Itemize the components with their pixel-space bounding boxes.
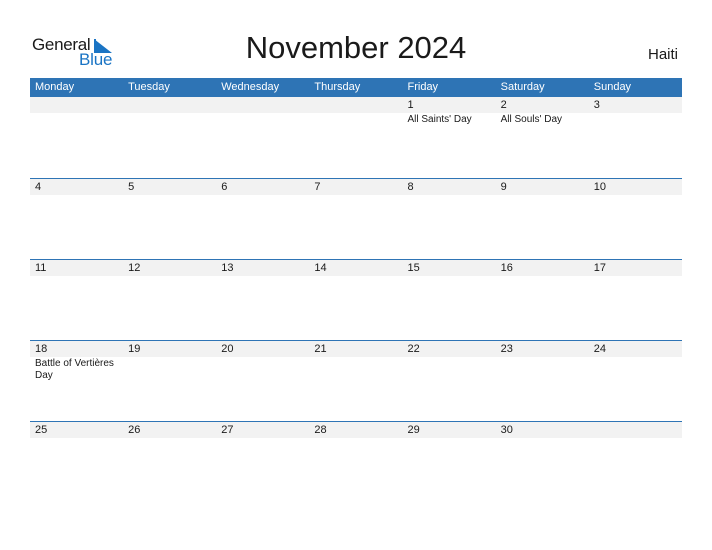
day-number [221,97,309,113]
week-cells: 4 5 6 7 8 9 10 [30,179,682,196]
weekday-header: Monday Tuesday Wednesday Thursday Friday… [30,78,682,97]
day-cell: 10 [589,179,682,196]
week-cells: 11 12 13 14 15 16 17 [30,260,682,277]
day-cell: 14 [309,260,402,277]
day-cell: 4 [30,179,123,196]
day-cell [123,97,216,126]
weekday-wednesday: Wednesday [221,81,280,93]
day-cell: 27 [216,422,309,439]
page-title: November 2024 [245,30,467,65]
weekday-sunday: Sunday [593,81,632,93]
day-number: 4 [35,181,42,193]
day-cell: 17 [589,260,682,277]
day-number: 26 [128,424,141,436]
week-row: 11 12 13 14 15 16 17 [30,259,682,340]
week-cells: 18 Battle of Vertières Day 19 20 21 22 23 24 [30,341,682,382]
day-cell: 8 [403,179,496,196]
day-cell: 1 All Saints' Day [403,97,496,126]
day-cell: 25 [30,422,123,439]
day-cell: 6 [216,179,309,196]
holiday-label: All Saints' Day [407,114,472,125]
day-number: 3 [593,99,600,111]
week-row: 25 26 27 28 29 30 [30,421,682,502]
day-number: 19 [128,343,141,355]
day-cell: 16 [496,260,589,277]
day-cell: 20 [216,341,309,382]
day-cell: 24 [589,341,682,382]
day-number: 9 [500,181,507,193]
day-number: 17 [593,262,606,274]
weeks-container: 1 All Saints' Day 2 All Souls' Day 3 4 5 6 7 8 9 10… [30,97,682,502]
day-number: 15 [407,262,420,274]
day-cell [589,422,682,439]
day-number: 24 [593,343,606,355]
day-cell [216,97,309,126]
day-number: 20 [221,343,234,355]
weekday-friday: Friday [407,81,439,93]
day-cell: 2 All Souls' Day [496,97,589,126]
day-cell: 23 [496,341,589,382]
day-number: 23 [500,343,513,355]
calendar-grid: Monday Tuesday Wednesday Thursday Friday… [30,78,682,502]
day-number: 1 [407,99,414,111]
day-cell: 21 [309,341,402,382]
day-number: 12 [128,262,141,274]
day-number: 8 [407,181,414,193]
weekday-tuesday: Tuesday [128,81,170,93]
week-row: 18 Battle of Vertières Day 19 20 21 22 23 24 [30,340,682,421]
day-cell: 18 Battle of Vertières Day [30,341,123,382]
holiday-label: All Souls' Day [500,114,563,125]
day-cell: 13 [216,260,309,277]
week-row: 4 5 6 7 8 9 10 [30,178,682,259]
weekday-saturday: Saturday [500,81,545,93]
day-number: 27 [221,424,234,436]
day-number: 28 [314,424,327,436]
day-cell: 11 [30,260,123,277]
day-number: 14 [314,262,327,274]
day-cell: 5 [123,179,216,196]
day-cell: 19 [123,341,216,382]
holiday-label: Battle of Vertières Day [35,358,114,381]
day-cell: 30 [496,422,589,439]
day-cell: 7 [309,179,402,196]
weekday-monday: Monday [35,81,75,93]
day-cell: 28 [309,422,402,439]
day-number [594,422,682,438]
weekday-thursday: Thursday [314,81,361,93]
week-row: 1 All Saints' Day 2 All Souls' Day 3 [30,97,682,178]
day-number [314,97,402,113]
day-number: 10 [593,181,606,193]
day-cell: 3 [589,97,682,126]
day-number: 25 [35,424,48,436]
week-cells: 1 All Saints' Day 2 All Souls' Day 3 [30,97,682,126]
day-number: 6 [221,181,228,193]
day-cell [30,97,123,126]
day-cell: 9 [496,179,589,196]
day-cell: 29 [403,422,496,439]
day-cell: 12 [123,260,216,277]
day-number: 7 [314,181,321,193]
day-number: 16 [500,262,513,274]
day-cell [309,97,402,126]
country-label: Haiti [647,46,678,63]
week-cells: 25 26 27 28 29 30 [30,422,682,439]
day-cell: 22 [403,341,496,382]
day-number [35,97,123,113]
day-number: 2 [500,99,507,111]
day-number: 22 [407,343,420,355]
day-number: 21 [314,343,327,355]
day-cell: 15 [403,260,496,277]
day-cell: 26 [123,422,216,439]
day-number: 30 [500,424,513,436]
day-number [128,97,216,113]
day-number: 11 [35,262,47,274]
day-number: 13 [221,262,234,274]
day-number: 18 [35,343,48,355]
day-number: 5 [128,181,135,193]
day-number: 29 [407,424,420,436]
